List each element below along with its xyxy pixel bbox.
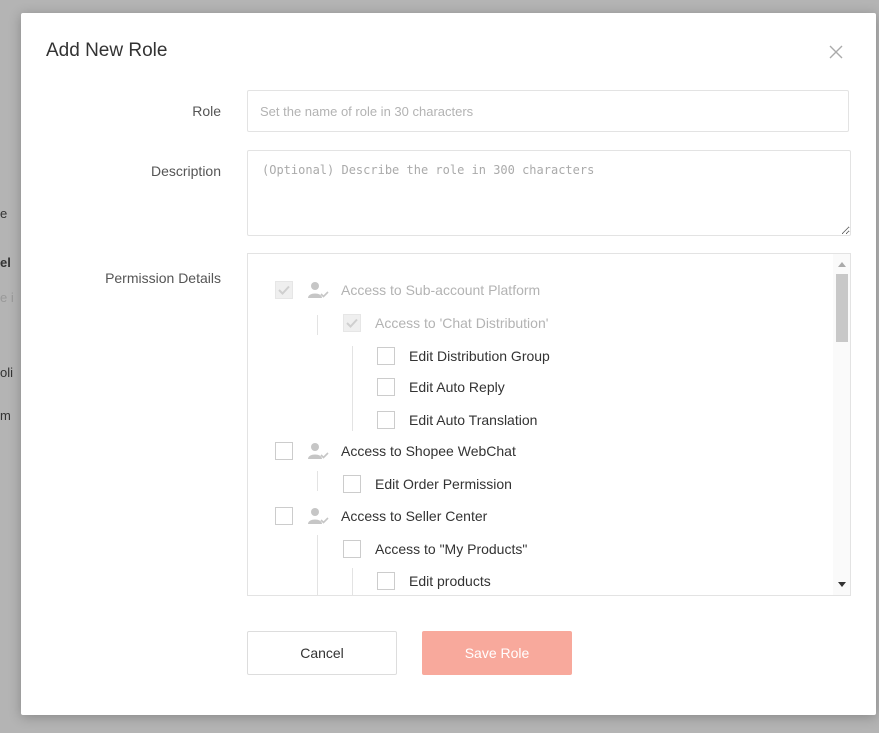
role-name-input[interactable] [247,90,849,132]
user-check-icon [308,282,329,298]
permission-label: Edit Distribution Group [409,348,550,364]
permission-item-shopee-webchat[interactable]: Access to Shopee WebChat [275,440,516,462]
permission-details-label: Permission Details [105,270,221,286]
permission-checkbox[interactable] [377,378,395,396]
backdrop-text: oli [0,365,14,380]
permission-checkbox[interactable] [377,347,395,365]
permission-label: Edit Order Permission [375,476,512,492]
permission-label: Access to Shopee WebChat [341,443,516,459]
role-label: Role [192,103,221,119]
tree-guide-line [317,535,318,595]
permission-item-edit-auto-translation[interactable]: Edit Auto Translation [377,409,537,431]
permission-label: Edit products [409,573,491,589]
permission-checkbox[interactable] [275,281,293,299]
permission-item-edit-auto-reply[interactable]: Edit Auto Reply [377,376,505,398]
scrollbar-thumb[interactable] [836,274,848,342]
tree-guide-line [352,346,353,431]
description-textarea[interactable] [247,150,851,236]
permission-scrollbar[interactable] [833,254,850,595]
cancel-button[interactable]: Cancel [247,631,397,675]
backdrop-text: m [0,408,11,423]
description-label: Description [150,163,221,179]
permission-item-my-products[interactable]: Access to "My Products" [343,538,527,560]
permission-checkbox[interactable] [377,411,395,429]
scroll-up-arrow-icon[interactable] [838,262,846,267]
permission-checkbox[interactable] [275,442,293,460]
add-role-dialog: Add New Role Role Description Permission… [21,13,876,715]
close-icon[interactable] [827,43,845,61]
permission-checkbox[interactable] [343,475,361,493]
permission-label: Access to Seller Center [341,508,488,524]
permission-checkbox[interactable] [343,314,361,332]
permission-item-edit-distribution-group[interactable]: Edit Distribution Group [377,345,550,367]
permission-label: Edit Auto Translation [409,412,538,428]
tree-guide-line [317,471,318,491]
tree-guide-line [317,315,318,335]
backdrop-text: el [0,255,11,270]
permission-label: Access to Sub-account Platform [341,282,541,298]
backdrop-text: e i [0,290,14,305]
permission-label: Access to 'Chat Distribution' [375,315,549,331]
tree-guide-line [352,568,353,595]
permission-label: Edit Auto Reply [409,379,505,395]
permission-checkbox[interactable] [275,507,293,525]
permission-item-edit-order-permission[interactable]: Edit Order Permission [343,473,512,495]
save-role-button[interactable]: Save Role [422,631,572,675]
scroll-down-arrow-icon[interactable] [838,582,846,587]
user-check-icon [308,508,329,524]
user-check-icon [308,443,329,459]
dialog-title: Add New Role [46,40,168,61]
permission-checkbox[interactable] [377,572,395,590]
permission-item-sub-account-platform[interactable]: Access to Sub-account Platform [275,279,540,301]
backdrop-text: e [0,206,8,221]
permission-item-edit-products[interactable]: Edit products [377,570,491,592]
permission-label: Access to "My Products" [375,541,528,557]
permission-checkbox[interactable] [343,540,361,558]
permission-item-chat-distribution[interactable]: Access to 'Chat Distribution' [343,312,548,334]
permission-item-seller-center[interactable]: Access to Seller Center [275,505,487,527]
permission-tree[interactable]: Access to Sub-account Platform Access to… [247,253,851,596]
